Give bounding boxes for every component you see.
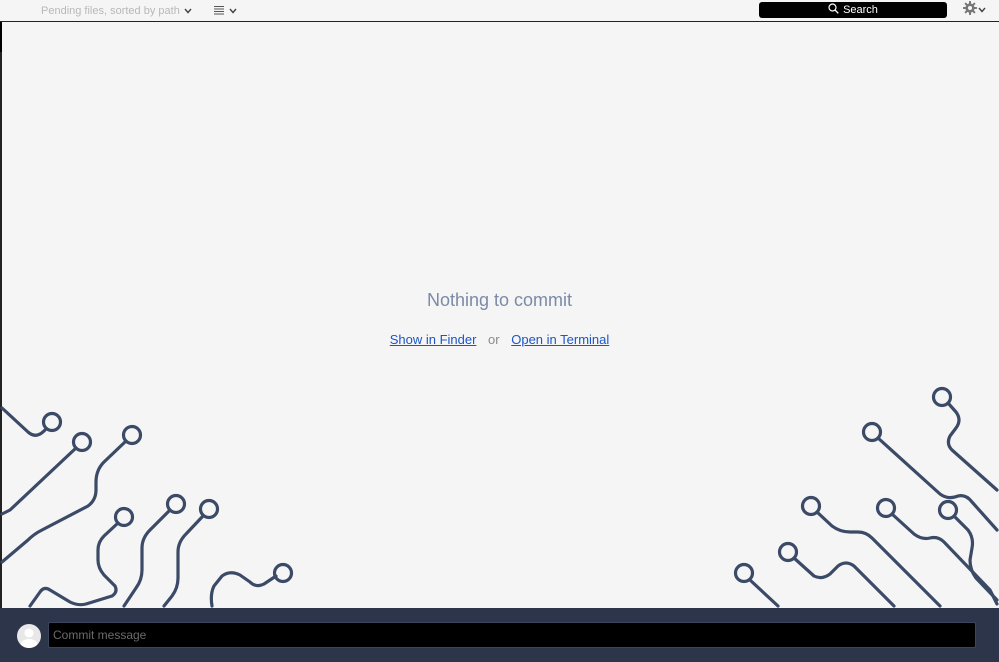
open-in-terminal-link[interactable]: Open in Terminal [511, 332, 609, 347]
empty-state: Nothing to commit Show in Finder or Open… [0, 290, 999, 347]
commit-bar [0, 608, 999, 662]
or-separator: or [488, 332, 500, 347]
empty-state-title: Nothing to commit [426, 290, 573, 310]
commit-message-input[interactable] [48, 622, 976, 648]
show-in-finder-link[interactable]: Show in Finder [390, 332, 477, 347]
empty-state-actions: Show in Finder or Open in Terminal [0, 332, 999, 347]
avatar [17, 624, 41, 648]
user-icon [20, 628, 38, 648]
